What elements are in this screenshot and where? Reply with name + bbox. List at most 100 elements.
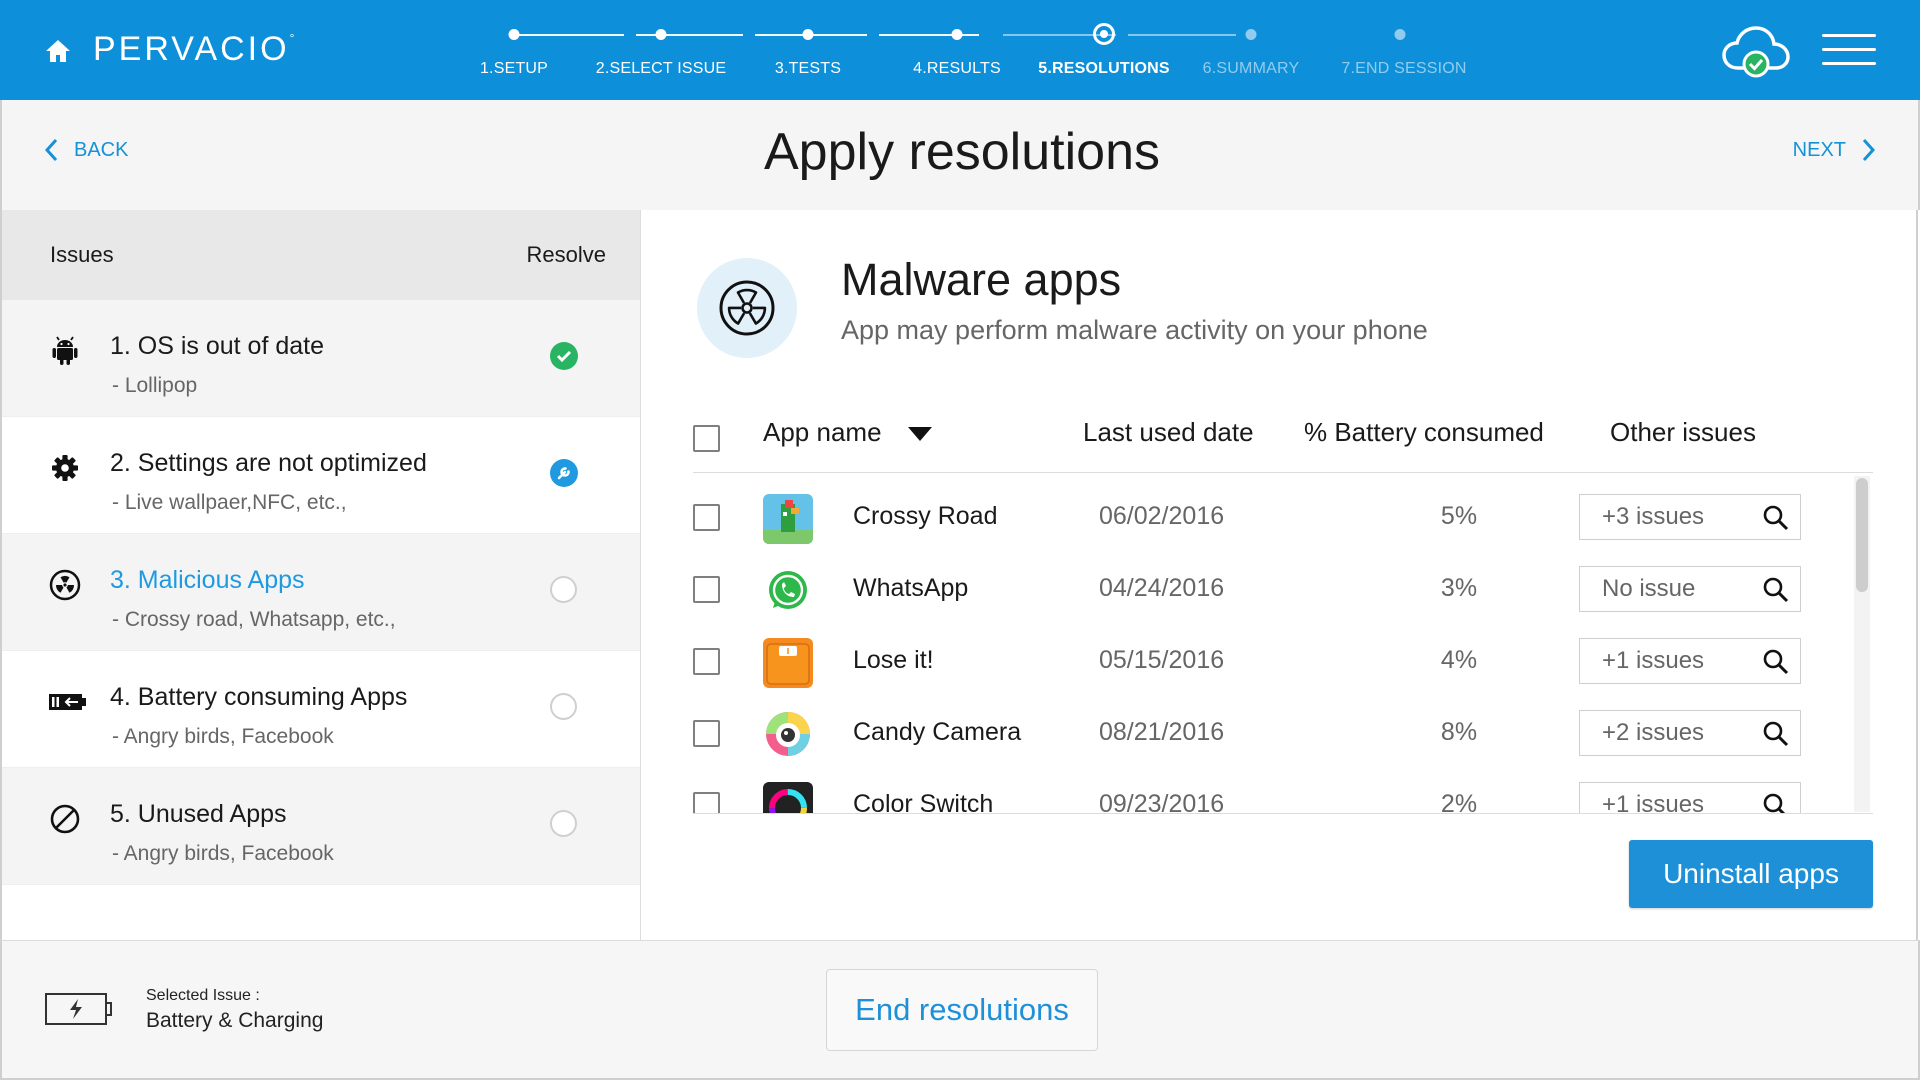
issue-item-settings[interactable]: 2. Settings are not optimized - Live wal… (2, 417, 640, 534)
table-row[interactable]: Lose it! 05/15/2016 4% +1 issues (693, 618, 1873, 690)
select-all-checkbox[interactable] (693, 425, 720, 452)
other-issues-button[interactable]: +1 issues (1579, 782, 1801, 814)
issues-header: Issues Resolve (2, 210, 640, 300)
column-app-name[interactable]: App name (763, 417, 933, 448)
app-name: Candy Camera (853, 718, 1022, 746)
row-checkbox[interactable] (693, 504, 720, 531)
issue-item-os[interactable]: 1. OS is out of date - Lollipop (2, 300, 640, 417)
issue-item-unused-apps[interactable]: 5. Unused Apps - Angry birds, Facebook (2, 768, 640, 885)
search-icon (1763, 577, 1789, 603)
section-subtitle: App may perform malware activity on your… (841, 315, 1428, 345)
column-battery[interactable]: % Battery consumed (1304, 417, 1544, 448)
issue-title: 2. Settings are not optimized (110, 449, 427, 477)
step-dot-resolutions (1093, 23, 1115, 45)
step-connector (879, 34, 979, 36)
app-last-used: 08/21/2016 (1099, 718, 1225, 746)
table-scrollbar-thumb[interactable] (1856, 478, 1868, 592)
step-label-setup[interactable]: 1.SETUP (480, 60, 548, 78)
color-switch-icon (763, 782, 813, 813)
next-label: NEXT (1792, 138, 1846, 161)
hamburger-menu-icon[interactable] (1822, 34, 1876, 68)
step-label-end-session: 7.END SESSION (1341, 60, 1467, 77)
search-icon (1763, 721, 1789, 747)
table-row[interactable]: Candy Camera 08/21/2016 8% +2 issues (693, 690, 1873, 762)
whatsapp-icon (769, 571, 807, 609)
search-icon (1763, 505, 1789, 531)
progress-stepper: 1.SETUP 2.SELECT ISSUE 3.TESTS 4.RESULTS… (470, 0, 1490, 100)
table-row[interactable]: WhatsApp 04/24/2016 3% No issue (693, 546, 1873, 618)
issue-item-malicious-apps[interactable]: 3. Malicious Apps - Crossy road, Whatsap… (2, 534, 640, 651)
step-connector (518, 34, 624, 36)
table-row[interactable]: Color Switch 09/23/2016 2% +1 issues (693, 762, 1873, 814)
other-issues-label: +3 issues (1602, 503, 1705, 530)
battery-drain-icon (49, 694, 86, 710)
app-name: Crossy Road (853, 502, 998, 530)
section-title: Malware apps (841, 254, 1122, 305)
app-battery: 3% (1440, 574, 1478, 602)
other-issues-button[interactable]: +3 issues (1579, 494, 1801, 540)
issue-title: 1. OS is out of date (110, 332, 325, 360)
step-label-resolutions[interactable]: 5.RESOLUTIONS (1038, 60, 1170, 78)
other-issues-button[interactable]: +2 issues (1579, 710, 1801, 756)
chevron-right-icon (1862, 138, 1876, 162)
app-last-used: 09/23/2016 (1099, 790, 1225, 814)
app-name: Color Switch (853, 790, 994, 814)
app-last-used: 04/24/2016 (1099, 574, 1225, 602)
row-checkbox[interactable] (693, 792, 720, 813)
issue-title: 3. Malicious Apps (110, 566, 305, 594)
other-issues-button[interactable]: No issue (1579, 566, 1801, 612)
app-logo: PERVACIO° (93, 30, 298, 68)
column-other-issues[interactable]: Other issues (1610, 417, 1756, 448)
pending-circle-icon (550, 810, 577, 837)
gear-icon (52, 455, 78, 481)
issues-column-label: Issues (50, 242, 114, 267)
issue-subtitle: - Angry birds, Facebook (112, 842, 334, 865)
column-last-used[interactable]: Last used date (1083, 417, 1254, 448)
table-row[interactable]: Crossy Road 06/02/2016 5% +3 issues (693, 474, 1873, 546)
issue-subtitle: - Lollipop (112, 374, 198, 397)
row-checkbox[interactable] (693, 720, 720, 747)
selected-issue-label: Selected Issue : (146, 987, 260, 1004)
home-icon[interactable] (44, 38, 72, 64)
issue-subtitle: - Angry birds, Facebook (112, 725, 334, 748)
other-issues-button[interactable]: +1 issues (1579, 638, 1801, 684)
other-issues-label: +1 issues (1602, 791, 1705, 814)
step-dot-select-issue (655, 29, 667, 40)
app-last-used: 06/02/2016 (1099, 502, 1225, 530)
step-connector (636, 34, 743, 36)
battery-charging-icon (45, 993, 112, 1025)
app-battery: 5% (1440, 502, 1478, 530)
prohibited-icon (50, 804, 80, 834)
apps-table-body[interactable]: Crossy Road 06/02/2016 5% +3 issues What… (693, 474, 1873, 814)
uninstall-apps-button[interactable]: Uninstall apps (1629, 840, 1873, 908)
step-dot-results (951, 29, 963, 40)
step-label-tests[interactable]: 3.TESTS (775, 60, 841, 78)
lose-it-icon (763, 638, 813, 688)
android-icon (52, 336, 78, 365)
next-button[interactable]: NEXT (1793, 138, 1876, 162)
issue-item-battery-apps[interactable]: 4. Battery consuming Apps - Angry birds,… (2, 651, 640, 768)
app-name: Lose it! (853, 646, 934, 674)
step-label-summary: 6.SUMMARY (1202, 60, 1300, 77)
sub-header: BACK Apply resolutions NEXT (0, 100, 1920, 210)
malware-badge (697, 258, 797, 358)
step-connector (1128, 34, 1236, 36)
step-dot-setup (508, 29, 520, 40)
step-label-select-issue[interactable]: 2.SELECT ISSUE (596, 60, 727, 78)
app-last-used: 05/15/2016 (1099, 646, 1225, 674)
app-battery: 2% (1440, 790, 1478, 814)
row-checkbox[interactable] (693, 648, 720, 675)
cloud-sync-icon[interactable] (1722, 24, 1790, 80)
step-label-results[interactable]: 4.RESULTS (913, 60, 1001, 78)
app-battery: 4% (1440, 646, 1478, 674)
resolution-detail-panel: Malware apps App may perform malware act… (641, 210, 1918, 940)
issue-subtitle: - Live wallpaer,NFC, etc., (112, 491, 347, 514)
radiation-icon (719, 280, 775, 336)
footer-bar: Selected Issue : Battery & Charging End … (0, 940, 1920, 1080)
row-checkbox[interactable] (693, 576, 720, 603)
issue-title: 5. Unused Apps (110, 800, 287, 828)
issue-title: 4. Battery consuming Apps (110, 683, 408, 711)
end-resolutions-button[interactable]: End resolutions (826, 969, 1098, 1051)
step-dot-end-session (1394, 29, 1406, 40)
sort-desc-icon[interactable] (907, 425, 933, 443)
